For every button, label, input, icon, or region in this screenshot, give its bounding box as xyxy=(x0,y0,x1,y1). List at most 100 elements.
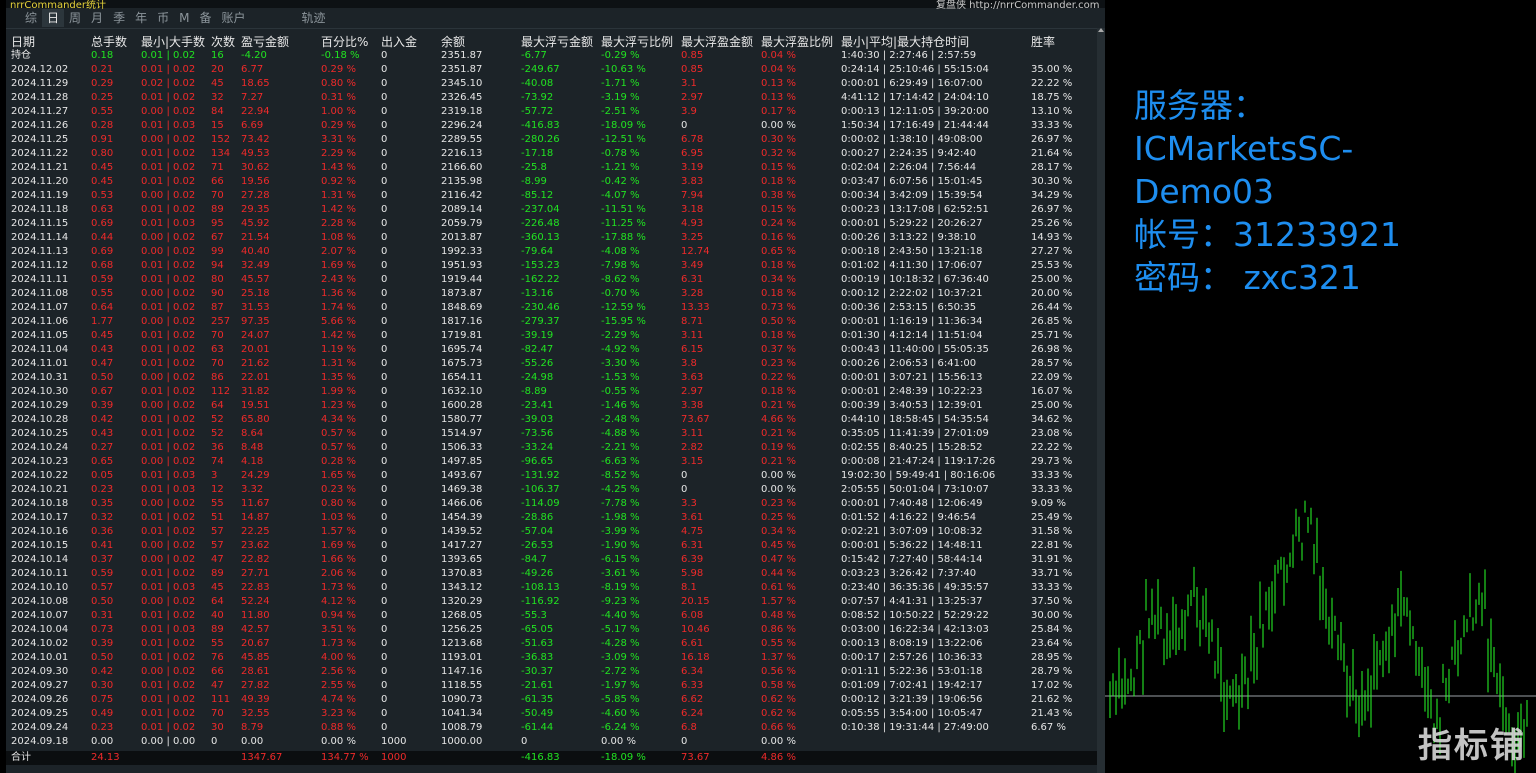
table-row[interactable]: 2024.11.19 0.53 0.00 | 0.02 70 27.28 1.31 % 0 2… xyxy=(6,189,1098,203)
tab-2[interactable]: 周 xyxy=(64,9,86,27)
table-row[interactable]: 2024.10.18 0.35 0.00 | 0.02 55 11.67 0.80 % 0 1… xyxy=(6,497,1098,511)
table-row[interactable]: 2024.10.10 0.57 0.01 | 0.03 45 22.83 1.73 % 0 1… xyxy=(6,581,1098,595)
header-hold-time[interactable]: 最小|平均|最大持仓时间 xyxy=(841,35,969,49)
table-row[interactable]: 2024.11.04 0.43 0.01 | 0.02 63 20.01 1.19 % 0 1… xyxy=(6,343,1098,357)
table-row[interactable]: 2024.11.20 0.45 0.01 | 0.02 66 19.56 0.92 % 0 2… xyxy=(6,175,1098,189)
header-max-float-profit-pct[interactable]: 最大浮盈比例 xyxy=(761,35,833,49)
cell-pnl: 52.24 xyxy=(241,596,270,607)
cell-max-float-loss-pct: -11.51 % xyxy=(601,204,646,215)
cell-win-rate: 16.07 % xyxy=(1031,386,1073,397)
table-row[interactable]: 2024.11.18 0.63 0.01 | 0.02 89 29.35 1.42 % 0 2… xyxy=(6,203,1098,217)
header-percent[interactable]: 百分比% xyxy=(321,35,368,49)
cell-percent: 4.12 % xyxy=(321,596,356,607)
table-row[interactable]: 2024.10.23 0.65 0.00 | 0.02 74 4.18 0.28 % 0 14… xyxy=(6,455,1098,469)
tab-7[interactable]: M xyxy=(174,9,194,27)
tab-9[interactable]: 账户 xyxy=(216,9,250,27)
cell-hold-time: 0:00:23 | 13:17:08 | 62:52:51 xyxy=(841,204,989,215)
table-row[interactable]: 2024.10.30 0.67 0.01 | 0.02 112 31.82 1.99 % 0… xyxy=(6,385,1098,399)
header-total-lots[interactable]: 总手数 xyxy=(91,35,127,49)
table-row[interactable]: 2024.10.01 0.50 0.01 | 0.02 76 45.85 4.00 % 0 1… xyxy=(6,651,1098,665)
table-row[interactable]: 2024.11.05 0.45 0.01 | 0.02 70 24.07 1.42 % 0 1… xyxy=(6,329,1098,343)
table-row[interactable]: 2024.11.15 0.69 0.01 | 0.03 95 45.92 2.28 % 0 2… xyxy=(6,217,1098,231)
table-row[interactable]: 2024.09.27 0.30 0.01 | 0.02 47 27.82 2.55 % 0 1… xyxy=(6,679,1098,693)
table-row[interactable]: 2024.10.24 0.27 0.01 | 0.02 36 8.48 0.57 % 0 15… xyxy=(6,441,1098,455)
table-row[interactable]: 2024.09.30 0.42 0.00 | 0.02 66 28.61 2.56 % 0 1… xyxy=(6,665,1098,679)
table-row[interactable]: 2024.11.08 0.55 0.00 | 0.02 90 25.18 1.36 % 0 1… xyxy=(6,287,1098,301)
table-row[interactable]: 2024.11.14 0.44 0.00 | 0.02 67 21.54 1.08 % 0 2… xyxy=(6,231,1098,245)
header-max-float-loss[interactable]: 最大浮亏金额 xyxy=(521,35,593,49)
table-row[interactable]: 2024.10.29 0.39 0.00 | 0.02 64 19.51 1.23 % 0 1… xyxy=(6,399,1098,413)
cell-deposit: 0 xyxy=(381,596,388,607)
table-row[interactable]: 2024.11.07 0.64 0.01 | 0.02 87 31.53 1.74 % 0 1… xyxy=(6,301,1098,315)
table-row[interactable]: 2024.09.18 0.00 0.00 | 0.00 0 0.00 0.00 % 1000… xyxy=(6,735,1098,749)
tab-5[interactable]: 年 xyxy=(130,9,152,27)
tab-1[interactable]: 日 xyxy=(42,9,65,27)
tab-0[interactable]: 综 xyxy=(20,9,42,27)
tab-10[interactable]: 轨迹 xyxy=(297,9,331,27)
table-row[interactable]: 2024.11.28 0.25 0.01 | 0.02 32 7.27 0.31 % 0 23… xyxy=(6,91,1098,105)
header-count[interactable]: 次数 xyxy=(211,35,235,49)
table-row[interactable]: 2024.11.29 0.29 0.02 | 0.02 45 18.65 0.80 % 0 2… xyxy=(6,77,1098,91)
table-row[interactable]: 2024.10.02 0.39 0.01 | 0.02 55 20.67 1.73 % 0 1… xyxy=(6,637,1098,651)
table-row[interactable]: 2024.10.25 0.43 0.01 | 0.02 52 8.64 0.57 % 0 15… xyxy=(6,427,1098,441)
tab-8[interactable]: 备 xyxy=(194,9,216,27)
cell-max-float-profit: 3.63 xyxy=(681,372,704,383)
table-row[interactable]: 2024.11.13 0.69 0.00 | 0.02 99 40.40 2.07 % 0 1… xyxy=(6,245,1098,259)
table-row[interactable]: 2024.10.07 0.31 0.01 | 0.02 40 11.80 0.94 % 0 1… xyxy=(6,609,1098,623)
table-row[interactable]: 2024.11.26 0.28 0.01 | 0.03 15 6.69 0.29 % 0 22… xyxy=(6,119,1098,133)
table-row[interactable]: 2024.10.17 0.32 0.01 | 0.02 51 14.87 1.03 % 0 1… xyxy=(6,511,1098,525)
table-row[interactable]: 2024.10.21 0.23 0.01 | 0.03 12 3.32 0.23 % 0 14… xyxy=(6,483,1098,497)
cell-max-float-profit: 3.19 xyxy=(681,162,704,173)
cell-max-float-loss-pct: -7.98 % xyxy=(601,260,640,271)
vertical-scrollbar[interactable] xyxy=(1097,28,1105,773)
table-row[interactable]: 2024.10.14 0.37 0.00 | 0.02 47 22.82 1.66 % 0 1… xyxy=(6,553,1098,567)
table-row[interactable]: 2024.10.31 0.50 0.00 | 0.02 86 22.01 1.35 % 0 1… xyxy=(6,371,1098,385)
scroll-up-icon[interactable] xyxy=(1098,28,1104,32)
header-deposit[interactable]: 出入金 xyxy=(381,35,417,49)
header-date[interactable]: 日期 xyxy=(11,35,35,49)
cell-percent: 1.73 % xyxy=(321,582,356,593)
cell-max-float-loss: 0 xyxy=(521,736,528,747)
table-row[interactable]: 2024.10.16 0.36 0.01 | 0.02 57 22.25 1.57 % 0 1… xyxy=(6,525,1098,539)
table-row[interactable]: 2024.11.22 0.80 0.01 | 0.02 134 49.53 2.29 % 0… xyxy=(6,147,1098,161)
cell-deposit: 0 xyxy=(381,372,388,383)
cell-max-float-profit: 3.11 xyxy=(681,330,704,341)
table-row[interactable]: 2024.11.27 0.55 0.00 | 0.02 84 22.94 1.00 % 0 2… xyxy=(6,105,1098,119)
table-row[interactable]: 2024.11.21 0.45 0.01 | 0.02 71 30.62 1.43 % 0 2… xyxy=(6,161,1098,175)
header-max-float-loss-pct[interactable]: 最大浮亏比例 xyxy=(601,35,673,49)
table-row[interactable]: 2024.10.28 0.42 0.01 | 0.02 52 65.80 4.34 % 0 1… xyxy=(6,413,1098,427)
table-row[interactable]: 2024.11.25 0.91 0.00 | 0.02 152 73.42 3.31 % 0… xyxy=(6,133,1098,147)
cell-balance: 2089.14 xyxy=(441,204,483,215)
header-min-max-lots[interactable]: 最小|大手数 xyxy=(141,35,205,49)
table-row[interactable]: 2024.12.02 0.21 0.01 | 0.02 20 6.77 0.29 % 0 23… xyxy=(6,63,1098,77)
table-row[interactable]: 2024.10.15 0.41 0.00 | 0.02 57 23.62 1.69 % 0 1… xyxy=(6,539,1098,553)
table-row[interactable]: 2024.11.12 0.68 0.01 | 0.02 94 32.49 1.69 % 0 1… xyxy=(6,259,1098,273)
tab-4[interactable]: 季 xyxy=(108,9,130,27)
cell-min-max-lots: 0.01 | 0.02 xyxy=(141,414,196,425)
cell-min-max-lots: 0.01 | 0.02 xyxy=(141,302,196,313)
table-row[interactable]: 2024.11.11 0.59 0.01 | 0.02 80 45.57 2.43 % 0 1… xyxy=(6,273,1098,287)
table-row[interactable]: 2024.10.22 0.05 0.01 | 0.03 3 24.29 1.65 % 0 14… xyxy=(6,469,1098,483)
table-row[interactable]: 2024.09.24 0.23 0.01 | 0.02 30 8.79 0.88 % 0 10… xyxy=(6,721,1098,735)
cell-date: 2024.09.30 xyxy=(11,666,69,677)
total-row[interactable]: 合计 24.13 1347.67 134.77 % 1000 -416.83 -18.09 … xyxy=(6,751,1098,765)
tab-6[interactable]: 币 xyxy=(152,9,174,27)
table-row[interactable]: 2024.09.25 0.49 0.01 | 0.02 70 32.55 3.23 % 0 1… xyxy=(6,707,1098,721)
position-row[interactable]: 持仓 0.18 0.01 | 0.02 16 -4.20 -0.18 % 0 2351.87 -… xyxy=(6,49,1098,63)
table-row[interactable]: 2024.09.26 0.75 0.01 | 0.02 111 49.39 4.74 % 0… xyxy=(6,693,1098,707)
table-row[interactable]: 2024.11.06 1.77 0.00 | 0.02 257 97.35 5.66 % 0… xyxy=(6,315,1098,329)
table-row[interactable]: 2024.10.08 0.50 0.00 | 0.02 64 52.24 4.12 % 0 1… xyxy=(6,595,1098,609)
site-link[interactable]: 复盘侠 http://nrrCommander.com xyxy=(936,0,1099,11)
cell-win-rate: 21.64 % xyxy=(1031,148,1073,159)
table-row[interactable]: 2024.10.11 0.59 0.01 | 0.02 89 27.71 2.06 % 0 1… xyxy=(6,567,1098,581)
tab-3[interactable]: 月 xyxy=(86,9,108,27)
header-win-rate[interactable]: 胜率 xyxy=(1031,35,1055,49)
cell-max-float-profit: 20.15 xyxy=(681,596,710,607)
cell-hold-time: 0:00:08 | 21:47:24 | 119:17:26 xyxy=(841,456,996,467)
header-pnl[interactable]: 盈亏金额 xyxy=(241,35,289,49)
table-row[interactable]: 2024.11.01 0.47 0.01 | 0.02 70 21.62 1.31 % 0 1… xyxy=(6,357,1098,371)
header-max-float-profit[interactable]: 最大浮盈金额 xyxy=(681,35,753,49)
header-balance[interactable]: 余额 xyxy=(441,35,465,49)
table-row[interactable]: 2024.10.04 0.73 0.01 | 0.03 89 42.57 3.51 % 0 1… xyxy=(6,623,1098,637)
cell-min-max-lots: 0.01 | 0.02 xyxy=(141,204,196,215)
